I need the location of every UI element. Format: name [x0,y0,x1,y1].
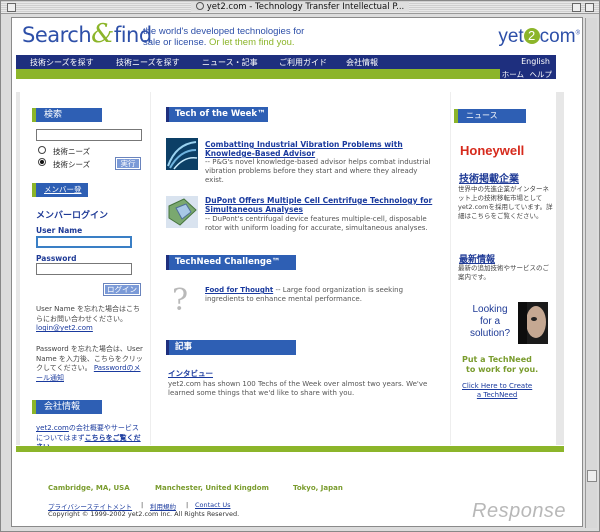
tech-week-item2-desc: -- DuPont's centrifugal device features … [205,215,428,232]
copyright: Copyright © 1999-2002 yet2.com Inc. All … [48,510,240,518]
register-link[interactable]: メンバー登録 [32,183,88,208]
promo-cta2: to work for you. [466,365,539,374]
promo-link1[interactable]: Click Here to Create [462,382,532,391]
radio-needs[interactable] [38,146,46,154]
collapse-box-icon[interactable] [585,3,594,12]
footer-sep-1: | [141,501,144,509]
radio-seeds-label: 技術シーズ [53,160,91,169]
radio-seeds[interactable] [38,158,46,166]
vibration-thumbnail[interactable] [166,138,198,170]
brand-suffix: com [539,26,576,47]
tagline-line1: the world's developed technologies for [143,26,305,37]
city-manchester: Manchester, United Kingdom [155,484,269,492]
search-submit-button[interactable]: 実行 [115,157,141,170]
forgot-user-link[interactable]: login@yet2.com [36,324,93,332]
nav-needs[interactable]: 技術ニーズを探す [116,57,180,68]
username-input[interactable] [36,236,132,248]
tech-week-item1-desc: -- P&G's novel knowledge-based advisor h… [205,158,431,184]
logo-search-text: Search [22,23,92,47]
footer-sep-2: | [186,501,189,509]
logo-amp-text: & [91,19,114,49]
promo-line2: for a [480,316,501,327]
tagline: the world's developed technologies for s… [143,26,304,48]
tagline-line2a: sale or license. [143,37,207,48]
nav-seeds[interactable]: 技術シーズを探す [30,57,94,68]
company-site-link[interactable]: yet2.com [36,424,69,432]
forgot-user-text: User Name を忘れた場合はこちらにお問い合わせください。 login@y… [36,305,146,334]
create-techneed-link[interactable]: Click Here to Create a TechNeed [462,382,532,400]
response-watermark: Response [472,500,567,522]
tech-need-item: Food for Thought -- Large food organizat… [205,286,433,304]
interview-link[interactable]: インタビュー [168,369,213,378]
interview-desc: yet2.com has shown 100 Techs of the Week… [168,380,428,397]
scrollbar-thumb[interactable] [587,470,597,482]
city-cambridge: Cambridge, MA, USA [48,484,130,492]
latest-news-desc: 最新の追加技術やサービスのご案内です。 [458,264,549,281]
company-heading: 会社情報 [32,400,102,414]
city-tokyo: Tokyo, Japan [293,484,343,492]
promo-cta1: Put a TechNeed [462,355,532,364]
right-margin-bar [556,92,564,445]
tech-week-item1-title[interactable]: Combatting Industrial Vibration Problems… [205,140,405,158]
radio-needs-label: 技術ニーズ [53,147,91,156]
brand-mark: ® [575,30,580,37]
help-link[interactable]: ヘルプ [530,69,553,80]
search-input[interactable] [36,129,142,141]
tech-week-heading: Tech of the Week™ [166,107,268,122]
forgot-pw-text: Password を忘れた場合は、User Name を入力後、こちらをクリック… [36,345,146,383]
sub-nav: ホーム ヘルプ [16,69,556,79]
articles-heading: 記事 [166,340,296,355]
title-bar[interactable]: yet2.com - Technology Transfer Intellect… [1,1,599,14]
yet2com-logo[interactable]: yet 2 com® [498,26,580,48]
main-nav: 技術シーズを探す 技術ニーズを探す ニュース・記事 ご利用ガイド 会社情報 En… [16,55,556,69]
nav-news[interactable]: ニュース・記事 [202,57,258,68]
promo-cta: Put a TechNeed to work for you. [462,355,538,375]
password-label: Password [36,254,77,263]
search-and-find-logo[interactable]: Search&find [22,19,152,49]
search-heading: 検索 [32,108,102,122]
news-heading: ニュース [454,109,526,123]
promo-line1: Looking [472,304,508,315]
promo-line3: solution? [470,328,511,339]
nav-english[interactable]: English [521,57,550,66]
globe-icon [195,2,204,10]
brand-two: 2 [523,28,540,44]
contact-link[interactable]: Contact Us [195,501,231,509]
question-mark-icon: ? [172,283,189,318]
login-heading: メンバーログイン [36,211,109,221]
promo-link2[interactable]: a TechNeed [462,391,532,400]
password-input[interactable] [36,263,132,275]
tech-need-title[interactable]: Food for Thought [205,286,273,294]
face-photo [518,302,548,344]
brand-prefix: yet [498,26,524,47]
window-title: yet2.com - Technology Transfer Intellect… [1,2,599,12]
forgot-user-desc: User Name を忘れた場合はこちらにお問い合わせください。 [36,305,141,323]
window-title-text: yet2.com - Technology Transfer Intellect… [206,2,405,12]
tagline-line2b: Or let them find you. [209,37,295,48]
nav-company[interactable]: 会社情報 [346,57,378,68]
tech-companies-desc: 世界中の先進企業がインターネット上の技術移転市場としてyet2.comを採用して… [458,185,553,220]
honeywell-logo[interactable]: Honeywell [460,143,524,158]
username-label: User Name [36,226,83,235]
tech-need-heading: TechNeed Challenge™ [166,255,296,270]
login-button[interactable]: ログイン [103,283,141,296]
nav-guide[interactable]: ご利用ガイド [279,57,327,68]
techneed-promo[interactable]: Looking for a solution? [458,298,550,350]
home-link[interactable]: ホーム [502,69,524,80]
tech-week-item2-title[interactable]: DuPont Offers Multiple Cell Centrifuge T… [205,196,437,214]
zoom-box-icon[interactable] [572,3,581,12]
vertical-scrollbar[interactable] [585,18,597,528]
tech-companies-link[interactable]: 技術掲載企業 [459,170,519,185]
centrifuge-thumbnail[interactable] [166,196,198,228]
